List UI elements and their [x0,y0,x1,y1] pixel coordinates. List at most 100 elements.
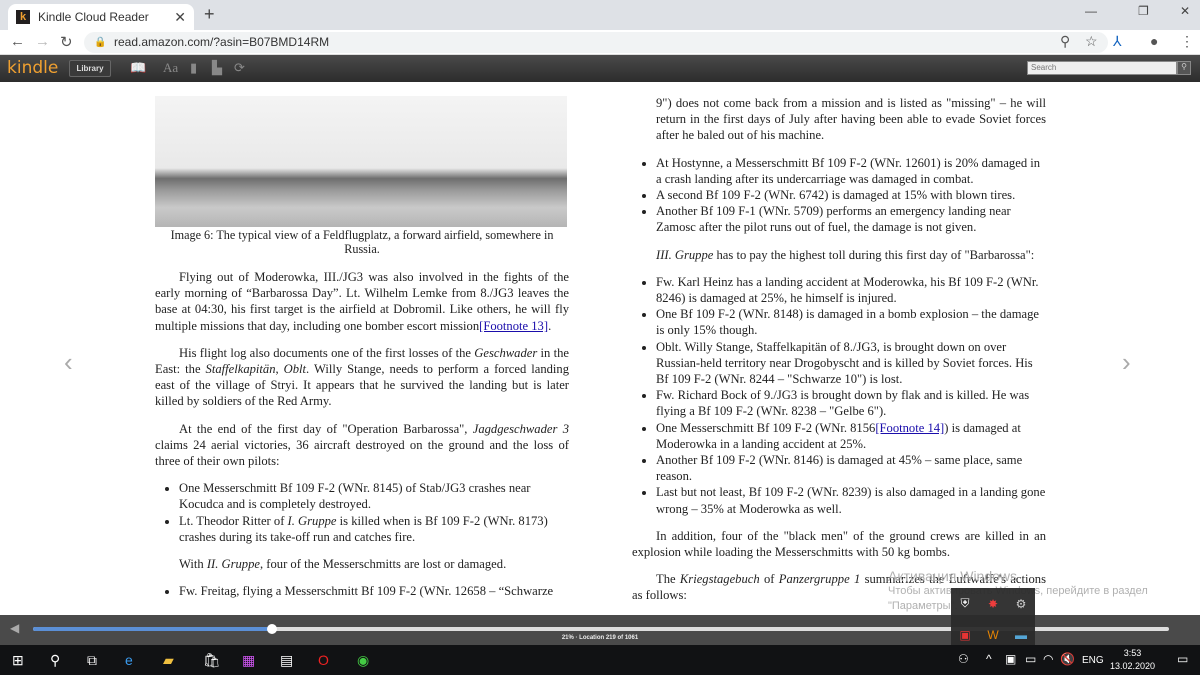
action-center-icon[interactable]: ▭ [1177,652,1188,666]
tray-alert-icon[interactable]: ▣ [1005,652,1016,666]
clock-date: 13.02.2020 [1110,661,1156,671]
kindle-favicon-icon: k [16,10,30,24]
profile-icon[interactable]: ● [1150,33,1158,49]
zoom-icon[interactable]: ⚲ [1060,33,1070,50]
search-icon[interactable]: ⚲ [1177,61,1191,75]
text-segment: Oblt [283,362,307,377]
forward-icon[interactable]: → [35,33,50,50]
text-segment: Fw. Freitag, flying a Messerschmitt Bf 1… [179,584,554,599]
language-indicator[interactable]: ENG [1082,655,1104,666]
text-segment: With [179,557,207,572]
text-segment: His flight log also documents one of the… [179,345,475,360]
previous-page-icon[interactable]: ‹ [64,347,73,378]
text-segment: Staffelkapitän [205,362,276,377]
clock[interactable]: 3:53 13.02.2020 [1110,647,1155,673]
activation-watermark-title: Активация Windows [888,568,1018,584]
right-page-column: 9") does not come back from a mission an… [632,95,1046,615]
text-segment: At the end of the first day of "Operatio… [179,421,473,436]
menu-icon[interactable]: ⋮ [1180,33,1194,50]
windows-start-icon[interactable]: ⊞ [12,652,24,669]
wifi-icon[interactable]: ◠ [1043,652,1053,666]
edge-icon[interactable]: e [125,652,133,668]
close-tab-icon[interactable]: ✕ [174,9,186,26]
next-page-icon[interactable]: › [1122,347,1131,378]
list-item: Another Bf 109 F-2 (WNr. 8146) is damage… [656,452,1046,484]
footnote-link[interactable]: [Footnote 14] [875,421,944,435]
volume-muted-icon[interactable]: 🔇 [1060,652,1075,666]
slider-handle[interactable] [266,624,277,634]
text-segment: . [548,318,552,333]
bullet-list: One Messerschmitt Bf 109 F-2 (WNr. 8145)… [155,480,569,545]
text-segment: Last but not least, Bf 109 F-2 (WNr. 823… [656,485,1046,516]
opera-icon[interactable]: O [318,652,329,668]
book-goto-icon[interactable]: 📖 [130,60,146,76]
text-segment: III. Gruppe [656,247,714,262]
text-segment: I. Gruppe [287,513,337,528]
font-settings-icon[interactable]: Aa [163,60,178,76]
bullet-list: Fw. Freitag, flying a Messerschmitt Bf 1… [155,583,569,599]
image-caption: Image 6: The typical view of a Feldflugp… [170,228,554,256]
kindle-search-input[interactable]: Search [1027,61,1177,75]
left-page-column: Image 6: The typical view of a Feldflugp… [155,96,569,610]
text-segment: Kriegstagebuch [679,572,760,587]
new-tab-button[interactable]: + [204,4,215,25]
people-icon[interactable]: ⚇ [958,652,969,666]
progress-back-icon[interactable]: ◀ [10,621,19,635]
address-bar-row: ← → ↻ 🔒 read.amazon.com/?asin=B07BMD14RM… [0,30,1200,55]
close-window-button[interactable]: ✕ [1180,4,1190,18]
url-input[interactable]: 🔒 read.amazon.com/?asin=B07BMD14RM [84,32,1108,53]
activation-watermark-text2: "Параметры". [888,600,958,612]
bookmark-icon[interactable]: ▮ [190,60,197,76]
tab-kindle-cloud-reader[interactable]: k Kindle Cloud Reader ✕ [8,4,194,30]
minimize-button[interactable]: — [1085,4,1097,18]
task-view-icon[interactable]: ⧉ [87,652,97,669]
chrome-icon[interactable]: ◉ [357,652,369,669]
store-icon[interactable]: 🛍 [203,652,221,669]
text-segment: Another Bf 109 F-2 (WNr. 8146) is damage… [656,453,1023,484]
show-hidden-icons[interactable]: ^ [986,652,992,666]
defender-icon[interactable]: ⛨ [960,596,969,611]
airfield-photo [155,96,567,227]
app-tray-icon[interactable]: ✸ [988,597,998,611]
list-item: Fw. Richard Bock of 9./JG3 is brought do… [656,387,1046,419]
library-button[interactable]: Library [69,60,111,77]
list-item: Fw. Karl Heinz has a landing accident at… [656,274,1046,306]
notes-icon[interactable]: ▙ [212,60,222,76]
app-icon[interactable]: ▦ [242,652,255,669]
text-segment: 9") does not come back from a mission an… [656,96,1046,143]
acrobat-extension-icon[interactable]: ⅄ [1113,33,1122,50]
text-segment: Fw. Karl Heinz has a landing accident at… [656,274,1039,306]
battery-icon[interactable]: ▭ [1025,652,1036,666]
reader-content: ‹ › Image 6: The typical view of a Feldf… [0,82,1200,615]
text-segment: At Hostynne, a Messerschmitt Bf 109 F-2 … [656,155,1041,186]
back-icon[interactable]: ← [10,33,25,50]
bullet-list: At Hostynne, a Messerschmitt Bf 109 F-2 … [632,155,1046,236]
bullet-list: Fw. Karl Heinz has a landing accident at… [632,274,1046,517]
lock-icon: 🔒 [94,37,107,48]
text-segment: Another Bf 109 F-1 (WNr. 5709) performs … [656,204,1011,235]
text-segment: of [759,572,779,587]
paragraph: III. Gruppe has to pay the highest toll … [632,247,1046,263]
text-segment: One Messerschmitt Bf 109 F-2 (WNr. 8156 [656,420,876,435]
maximize-button[interactable]: ❐ [1138,4,1149,18]
winamp-tray-icon[interactable]: W [987,628,998,642]
sync-icon[interactable]: ⟳ [234,60,245,76]
text-segment: Panzergruppe 1 [778,572,861,587]
text-segment: Lt. Theodor Ritter of [179,513,288,528]
search-taskbar-icon[interactable]: ⚲ [50,652,60,669]
acrobat-tray-icon[interactable]: ▣ [959,628,970,642]
footnote-link[interactable]: [Footnote 13] [479,319,548,333]
bookmark-star-icon[interactable]: ☆ [1085,33,1098,50]
reload-icon[interactable]: ↻ [60,33,73,51]
paragraph: With II. Gruppe, four of the Messerschmi… [155,556,569,572]
clock-time: 3:53 [1123,648,1142,658]
tray-app-icon[interactable]: ⚙ [1016,597,1027,611]
paragraph: In addition, four of the "black men" of … [632,528,1046,560]
file-explorer-icon[interactable]: ▰ [163,652,174,669]
storage-tray-icon[interactable]: ▬ [1015,628,1027,642]
url-text: read.amazon.com/?asin=B07BMD14RM [114,35,330,49]
list-item: Oblt. Willy Stange, Staffelkapitän of 8.… [656,339,1046,388]
list-item: At Hostynne, a Messerschmitt Bf 109 F-2 … [656,155,1046,187]
text-segment: One Bf 109 F-2 (WNr. 8148) is damaged in… [656,307,1039,338]
app2-icon[interactable]: ▤ [280,652,293,669]
